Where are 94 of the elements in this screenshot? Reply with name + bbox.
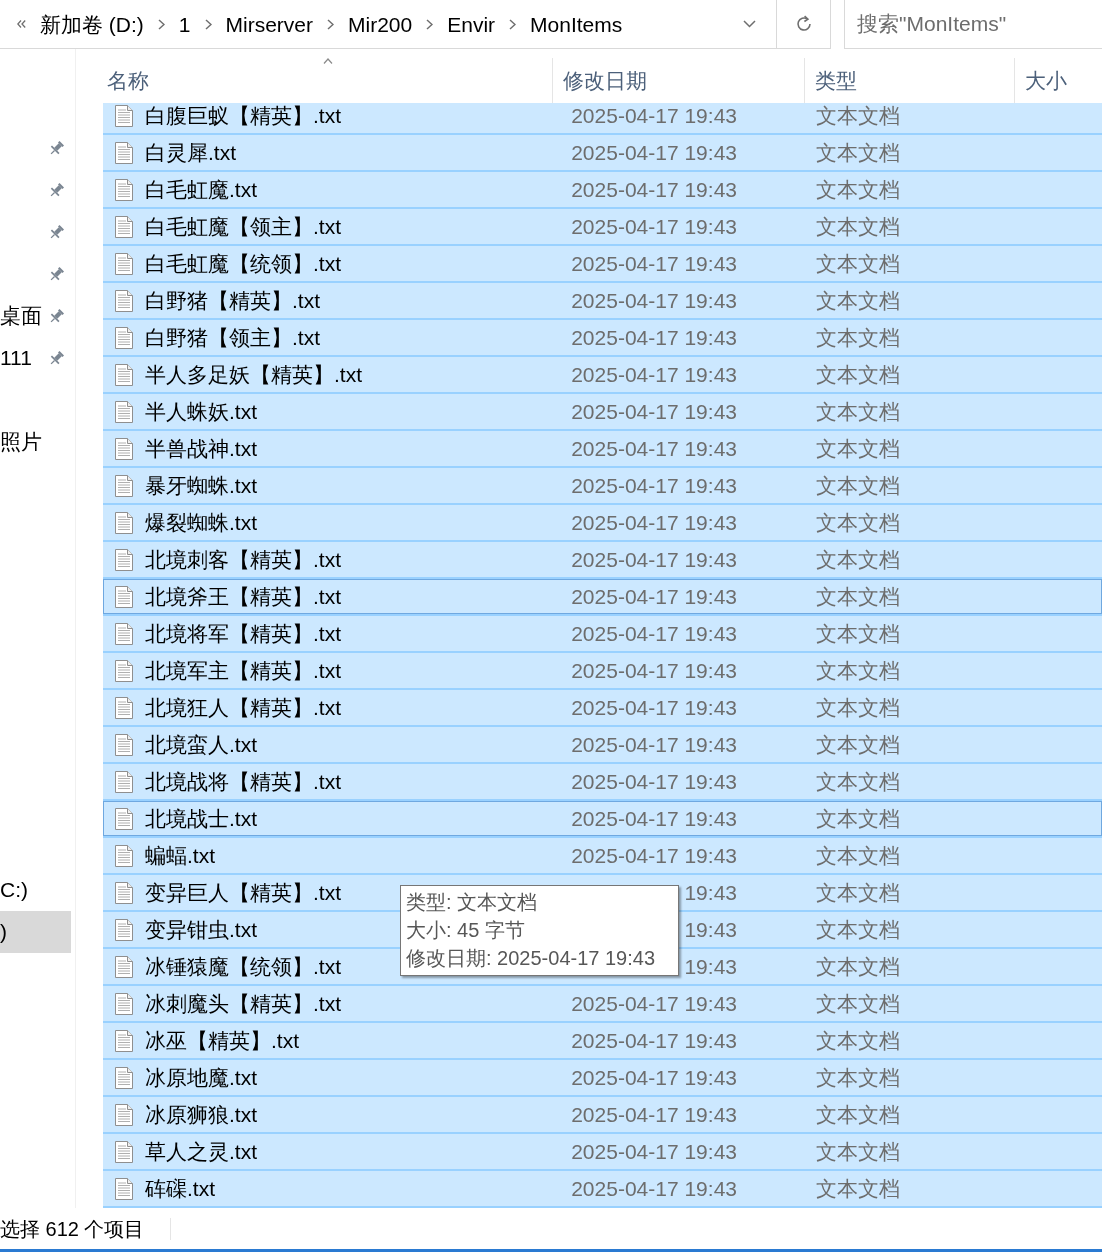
file-name: 草人之灵.txt — [145, 1138, 257, 1165]
file-type: 文本文档 — [816, 1102, 900, 1126]
modified-date: 2025-04-17 19:43 — [571, 731, 737, 758]
file-type: 文本文档 — [816, 1065, 900, 1089]
file-type: 文本文档 — [816, 399, 900, 423]
file-name: 北境斧王【精英】.txt — [145, 583, 341, 610]
file-name: 白灵犀.txt — [145, 139, 236, 166]
file-name: 变异钳虫.txt — [145, 916, 257, 943]
modified-date: 2025-04-17 19:43 — [571, 472, 737, 499]
file-name: 蝙蝠.txt — [145, 842, 215, 869]
file-name: 白野猪【领主】.txt — [145, 324, 320, 351]
file-type: 文本文档 — [816, 1176, 900, 1200]
file-type: 文本文档 — [816, 436, 900, 460]
modified-date: 2025-04-17 19:43 — [571, 1064, 737, 1091]
modified-date: 2025-04-17 19:43 — [571, 435, 737, 462]
modified-date: 2025-04-17 19:43 — [571, 103, 737, 129]
file-type: 文本文档 — [816, 510, 900, 534]
file-name: 北境狂人【精英】.txt — [145, 694, 341, 721]
file-type: 文本文档 — [816, 843, 900, 867]
modified-date: 2025-04-17 19:43 — [571, 509, 737, 536]
modified-date: 2025-04-17 19:43 — [571, 546, 737, 573]
file-type: 文本文档 — [816, 732, 900, 756]
modified-date: 2025-04-17 19:43 — [571, 620, 737, 647]
file-name: 半兽战神.txt — [145, 435, 257, 462]
file-name: 白毛虹魔.txt — [145, 176, 257, 203]
file-name: 白腹巨蚁【精英】.txt — [145, 103, 341, 129]
modified-date: 2025-04-17 19:43 — [571, 176, 737, 203]
file-name: 冰原狮狼.txt — [145, 1101, 257, 1128]
file-type: 文本文档 — [816, 880, 900, 904]
file-name: 北境将军【精英】.txt — [145, 620, 341, 647]
file-type: 文本文档 — [816, 251, 900, 275]
tooltip-text: 大小: 45 字节 — [406, 918, 526, 943]
modified-date: 2025-04-17 19:43 — [571, 768, 737, 795]
modified-date: 2025-04-17 19:43 — [571, 990, 737, 1017]
file-type: 文本文档 — [816, 806, 900, 830]
modified-date: 19:43 — [684, 953, 737, 980]
modified-date: 2025-04-17 19:43 — [571, 1138, 737, 1165]
file-name: 冰巫【精英】.txt — [145, 1027, 299, 1054]
file-type: 文本文档 — [816, 473, 900, 497]
modified-date: 2025-04-17 19:43 — [571, 657, 737, 684]
modified-date: 2025-04-17 19:43 — [571, 324, 737, 351]
modified-date: 2025-04-17 19:43 — [571, 287, 737, 314]
file-name: 冰刺魔头【精英】.txt — [145, 990, 341, 1017]
file-type: 文本文档 — [816, 991, 900, 1015]
status-text: 选择 612 个项目 — [0, 1217, 145, 1240]
file-type: 文本文档 — [816, 695, 900, 719]
file-type: 文本文档 — [816, 584, 900, 608]
file-type: 文本文档 — [816, 103, 900, 127]
file-name: 北境蛮人.txt — [145, 731, 257, 758]
file-name: 冰原地魔.txt — [145, 1064, 257, 1091]
file-name: 冰锤猿魔【统领】.txt — [145, 953, 341, 980]
file-name: 半人多足妖【精英】.txt — [145, 361, 362, 388]
file-type: 文本文档 — [816, 621, 900, 645]
file-type: 文本文档 — [816, 1028, 900, 1052]
modified-date: 2025-04-17 19:43 — [571, 805, 737, 832]
file-type: 文本文档 — [816, 140, 900, 164]
file-name: 白毛虹魔【领主】.txt — [145, 213, 341, 240]
modified-date: 2025-04-17 19:43 — [571, 361, 737, 388]
file-type: 文本文档 — [816, 658, 900, 682]
file-name: 北境刺客【精英】.txt — [145, 546, 341, 573]
file-type: 文本文档 — [816, 177, 900, 201]
file-type: 文本文档 — [816, 214, 900, 238]
file-name: 北境战将【精英】.txt — [145, 768, 341, 795]
modified-date: 2025-04-17 19:43 — [571, 250, 737, 277]
file-name: 暴牙蜘蛛.txt — [145, 472, 257, 499]
file-name: 变异巨人【精英】.txt — [145, 879, 341, 906]
modified-date: 2025-04-17 19:43 — [571, 1175, 737, 1202]
modified-date: 19:43 — [684, 879, 737, 906]
tooltip-text: 类型: 文本文档 — [406, 890, 539, 915]
modified-date: 2025-04-17 19:43 — [571, 842, 737, 869]
modified-date: 19:43 — [684, 916, 737, 943]
file-type: 文本文档 — [816, 547, 900, 571]
file-name: 半人蛛妖.txt — [145, 398, 257, 425]
modified-date: 2025-04-17 19:43 — [571, 1027, 737, 1054]
modified-date: 2025-04-17 19:43 — [571, 694, 737, 721]
file-name: 砗磲.txt — [145, 1175, 215, 1202]
file-type: 文本文档 — [816, 954, 900, 978]
file-type: 文本文档 — [816, 1139, 900, 1163]
file-name: 白毛虹魔【统领】.txt — [145, 250, 341, 277]
modified-date: 2025-04-17 19:43 — [571, 398, 737, 425]
file-name: 爆裂蜘蛛.txt — [145, 509, 257, 536]
file-type: 文本文档 — [816, 288, 900, 312]
file-name: 白野猪【精英】.txt — [145, 287, 320, 314]
modified-date: 2025-04-17 19:43 — [571, 1101, 737, 1128]
file-type: 文本文档 — [816, 362, 900, 386]
file-type: 文本文档 — [816, 769, 900, 793]
file-type: 文本文档 — [816, 325, 900, 349]
tooltip-text: 修改日期: 2025-04-17 19:43 — [406, 946, 657, 971]
modified-date: 2025-04-17 19:43 — [571, 139, 737, 166]
modified-date: 2025-04-17 19:43 — [571, 583, 737, 610]
file-name: 北境军主【精英】.txt — [145, 657, 341, 684]
file-type: 文本文档 — [816, 917, 900, 941]
file-name: 北境战士.txt — [145, 805, 257, 832]
modified-date: 2025-04-17 19:43 — [571, 213, 737, 240]
